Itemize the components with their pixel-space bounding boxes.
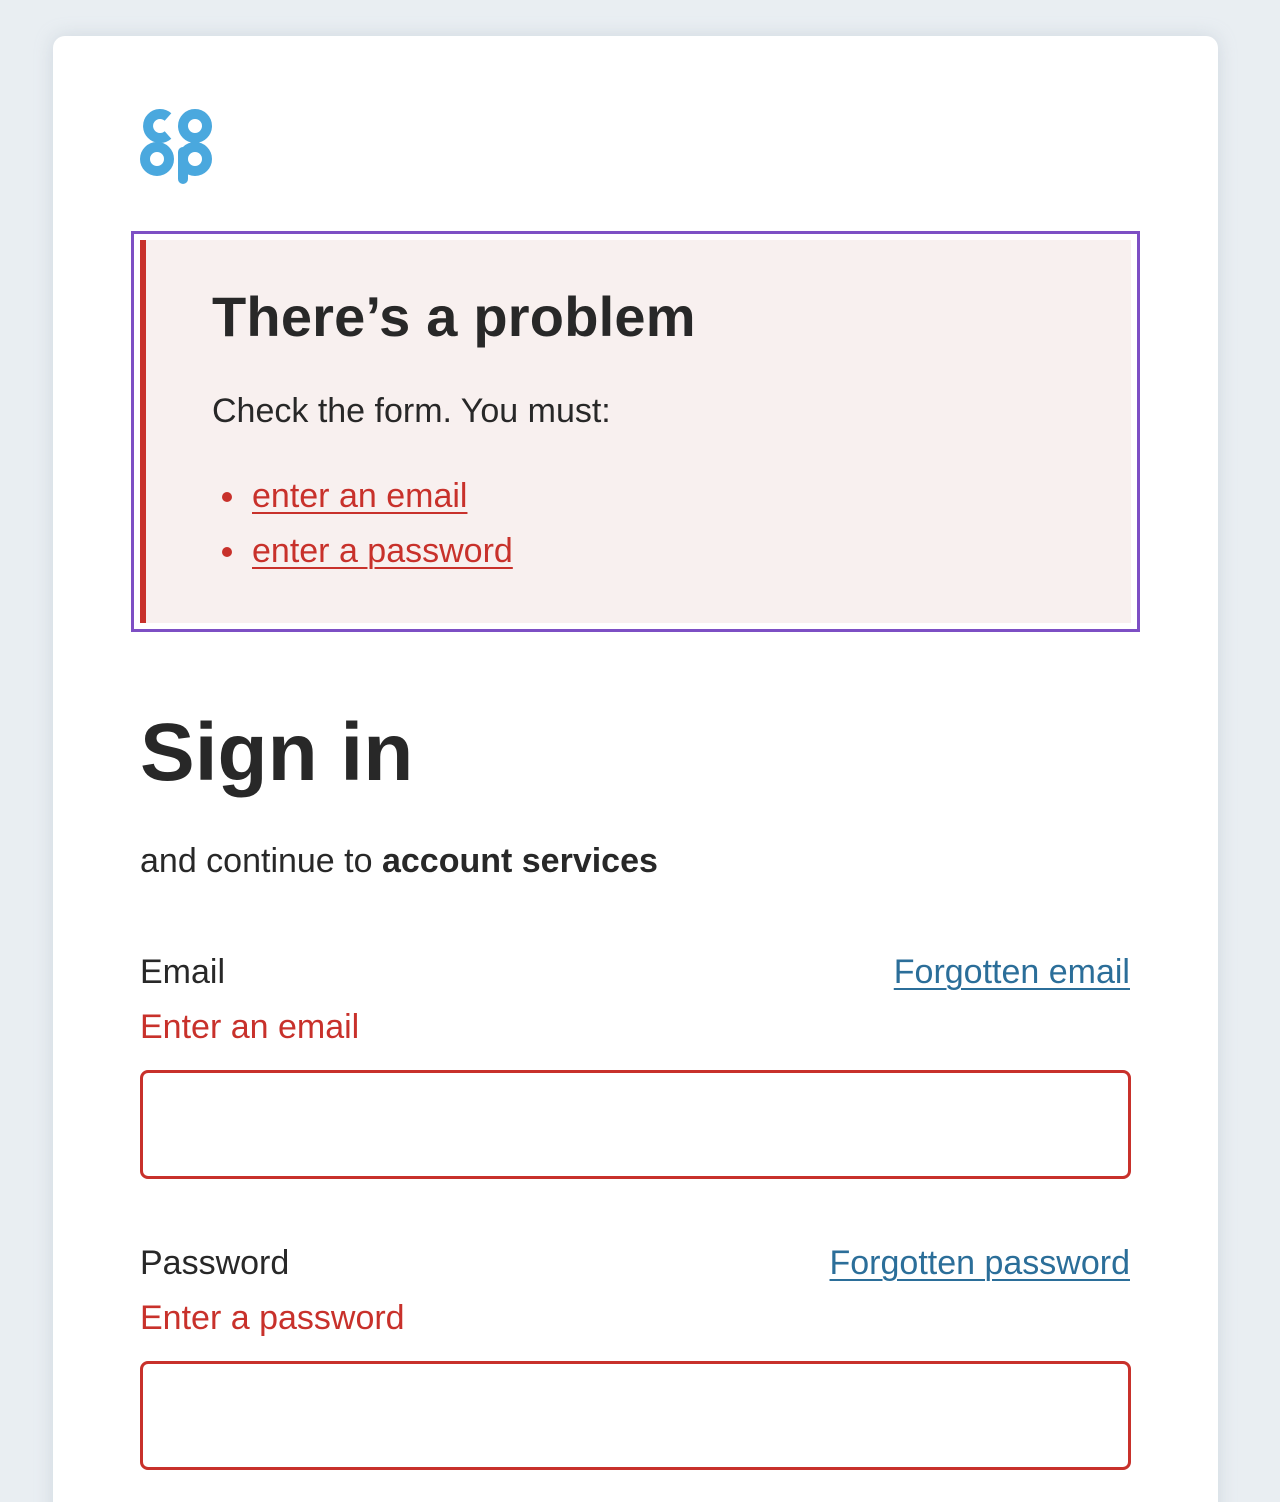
error-link-email[interactable]: enter an email [252, 477, 467, 515]
forgotten-password-link[interactable]: Forgotten password [830, 1244, 1131, 1283]
email-field[interactable] [140, 1070, 1131, 1179]
error-summary-title: There’s a problem [212, 285, 696, 348]
bullet-icon [222, 547, 232, 557]
email-error-message: Enter an email [140, 1008, 360, 1046]
error-summary: There’s a problem Check the form. You mu… [131, 231, 1140, 632]
page-subtitle: and continue to account services [140, 842, 658, 881]
forgotten-email-link[interactable]: Forgotten email [894, 953, 1130, 992]
coop-logo-icon [140, 109, 212, 184]
error-summary-intro: Check the form. You must: [212, 392, 611, 430]
sign-in-card: There’s a problem Check the form. You mu… [53, 36, 1218, 1502]
coop-logo[interactable] [140, 108, 212, 184]
error-summary-panel: There’s a problem Check the form. You mu… [140, 240, 1131, 623]
error-summary-list: enter an email enter a password [212, 474, 513, 584]
error-summary-item: enter a password [212, 529, 513, 584]
password-field[interactable] [140, 1361, 1131, 1470]
bullet-icon [222, 492, 232, 502]
error-link-password[interactable]: enter a password [252, 532, 513, 570]
password-label: Password [140, 1244, 290, 1282]
email-label: Email [140, 953, 226, 991]
subtitle-prefix: and continue to [140, 842, 382, 880]
subtitle-service: account services [381, 842, 658, 880]
page: There’s a problem Check the form. You mu… [0, 0, 1280, 1502]
password-error-message: Enter a password [140, 1299, 405, 1337]
page-title: Sign in [140, 707, 414, 798]
error-summary-item: enter an email [212, 474, 513, 529]
